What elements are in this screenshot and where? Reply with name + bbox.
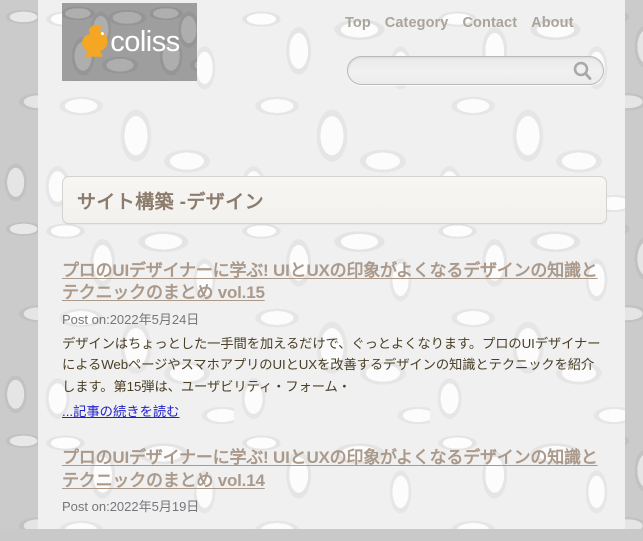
logo-wordmark: coliss <box>110 25 180 58</box>
search-box[interactable] <box>347 56 604 85</box>
post-item: プロのUIデザイナーに学ぶ! UIとUXの印象がよくなるデザインの知識とテクニッ… <box>62 447 607 515</box>
post-title-link[interactable]: プロのUIデザイナーに学ぶ! UIとUXの印象がよくなるデザインの知識とテクニッ… <box>62 261 598 302</box>
nav-item-contact[interactable]: Contact <box>462 15 517 31</box>
site-logo[interactable]: coliss <box>62 3 197 81</box>
logo-inner: coliss <box>62 3 197 81</box>
post-title: プロのUIデザイナーに学ぶ! UIとUXの印象がよくなるデザインの知識とテクニッ… <box>62 447 607 492</box>
site-header: coliss Top Category Contact About <box>0 0 643 100</box>
search-button[interactable] <box>571 60 594 83</box>
squirrel-icon <box>82 24 108 57</box>
search-input[interactable] <box>360 60 564 83</box>
post-excerpt: デザインはちょっとした一手間を加えるだけで、ぐっとよくなります。プロのUIデザイ… <box>62 335 601 394</box>
nav-item-category[interactable]: Category <box>385 15 449 31</box>
page-title: サイト構築 -デザイン <box>77 191 265 213</box>
post-title-link[interactable]: プロのUIデザイナーに学ぶ! UIとUXの印象がよくなるデザインの知識とテクニッ… <box>62 448 598 489</box>
page-title-box: サイト構築 -デザイン <box>62 176 607 224</box>
post-date: Post on:2022年5月24日 <box>62 311 200 327</box>
post-list: プロのUIデザイナーに学ぶ! UIとUXの印象がよくなるデザインの知識とテクニッ… <box>62 260 607 541</box>
nav-item-top[interactable]: Top <box>345 15 371 31</box>
post-date: Post on:2022年5月19日 <box>62 499 200 515</box>
nav-item-about[interactable]: About <box>531 15 573 31</box>
main-navigation: Top Category Contact About <box>345 15 574 31</box>
search-icon <box>573 61 592 81</box>
post-item: プロのUIデザイナーに学ぶ! UIとUXの印象がよくなるデザインの知識とテクニッ… <box>62 260 607 421</box>
read-more-link[interactable]: ...記事の続きを読む <box>62 401 179 420</box>
post-title: プロのUIデザイナーに学ぶ! UIとUXの印象がよくなるデザインの知識とテクニッ… <box>62 260 607 305</box>
